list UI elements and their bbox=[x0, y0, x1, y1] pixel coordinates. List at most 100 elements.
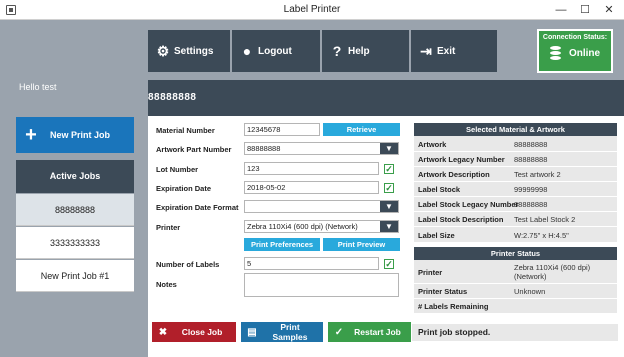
selected-material-heading: Selected Material & Artwork bbox=[414, 123, 617, 136]
chevron-down-icon[interactable]: ▼ bbox=[380, 221, 398, 232]
active-job-item[interactable]: 3333333333 bbox=[16, 227, 134, 259]
action-bar: ✖ Close Job ▤ Print Samples ✓ Restart Jo… bbox=[148, 318, 624, 346]
artwork-part-number-select[interactable]: 88888888 ▼ bbox=[244, 142, 399, 155]
info-value: 88888888 bbox=[514, 200, 548, 209]
retrieve-button[interactable]: Retrieve bbox=[323, 123, 400, 136]
close-window-button[interactable]: ✕ bbox=[596, 0, 622, 20]
printer-label: Printer bbox=[156, 223, 181, 232]
info-row: Printer Status Unknown bbox=[414, 284, 617, 299]
print-samples-label: Print Samples bbox=[272, 322, 308, 342]
logout-button[interactable]: ● Logout bbox=[232, 30, 320, 72]
active-job-item[interactable]: New Print Job #1 bbox=[16, 260, 134, 292]
logout-label: Logout bbox=[258, 45, 292, 57]
info-row: Label Size W:2.75" x H:4.5" bbox=[414, 227, 617, 243]
close-icon: ✖ bbox=[158, 326, 168, 338]
print-preferences-button[interactable]: Print Preferences bbox=[244, 238, 320, 251]
number-of-labels-input[interactable]: 5 bbox=[244, 257, 379, 270]
notes-textarea[interactable] bbox=[244, 273, 399, 297]
info-value: Test Label Stock 2 bbox=[514, 215, 576, 224]
info-key: Label Size bbox=[418, 231, 455, 240]
material-number-input[interactable]: 12345678 bbox=[244, 123, 320, 136]
job-status-message: Print job stopped. bbox=[412, 324, 618, 341]
close-job-button[interactable]: ✖ Close Job bbox=[152, 322, 236, 342]
greeting: Hello test bbox=[19, 82, 57, 92]
info-value: Test artwork 2 bbox=[514, 170, 561, 179]
info-value: 88888888 bbox=[514, 155, 548, 164]
connection-status: Connection Status: Online bbox=[537, 29, 613, 73]
info-value: 99999998 bbox=[514, 185, 548, 194]
info-row: Label Stock Legacy Number 88888888 bbox=[414, 197, 617, 212]
active-jobs-heading: Active Jobs bbox=[16, 160, 134, 193]
settings-button[interactable]: ⚙ Settings bbox=[148, 30, 230, 72]
check-icon: ✓ bbox=[334, 326, 344, 338]
printer-select[interactable]: Zebra 110Xi4 (600 dpi) (Network) ▼ bbox=[244, 220, 399, 233]
material-number-label: Material Number bbox=[156, 126, 215, 135]
connection-status-caption: Connection Status: bbox=[542, 34, 608, 41]
window-title: Label Printer bbox=[283, 4, 341, 15]
help-label: Help bbox=[348, 45, 370, 57]
minimize-button[interactable]: — bbox=[548, 0, 574, 20]
printer-icon: ▤ bbox=[247, 326, 257, 338]
info-value: W:2.75" x H:4.5" bbox=[514, 231, 569, 240]
gear-icon: ⚙ bbox=[156, 42, 170, 59]
plus-icon: + bbox=[25, 124, 37, 146]
window-titlebar: Label Printer — ☐ ✕ bbox=[0, 0, 624, 20]
close-job-label: Close Job bbox=[181, 327, 223, 337]
info-row: Label Stock 99999998 bbox=[414, 182, 617, 197]
database-icon bbox=[549, 46, 561, 60]
help-button[interactable]: ? Help bbox=[322, 30, 409, 72]
lot-number-input[interactable]: 123 bbox=[244, 162, 379, 175]
info-key: Label Stock Description bbox=[418, 215, 504, 224]
artwork-part-number-value: 88888888 bbox=[247, 144, 281, 153]
number-of-labels-check-icon: ✓ bbox=[384, 259, 394, 269]
question-icon: ? bbox=[332, 43, 342, 59]
info-value: 88888888 bbox=[514, 140, 548, 149]
info-row: Label Stock Description Test Label Stock… bbox=[414, 212, 617, 227]
info-row: Printer Zebra 110Xi4 (600 dpi) (Network) bbox=[414, 260, 617, 284]
info-row: Artwork Legacy Number 88888888 bbox=[414, 152, 617, 167]
info-key: Printer bbox=[418, 268, 443, 277]
new-print-job-label: New Print Job bbox=[50, 130, 111, 140]
artwork-part-number-label: Artwork Part Number bbox=[156, 145, 232, 154]
expiration-date-format-select[interactable]: ▼ bbox=[244, 200, 399, 213]
chevron-down-icon[interactable]: ▼ bbox=[380, 143, 398, 154]
info-key: Artwork Legacy Number bbox=[418, 155, 505, 164]
print-preview-button[interactable]: Print Preview bbox=[323, 238, 400, 251]
info-key: # Labels Remaining bbox=[418, 302, 489, 311]
job-header-bar: 88888888 bbox=[148, 80, 624, 116]
exit-button[interactable]: ⇥ Exit bbox=[411, 30, 497, 72]
expiration-date-label: Expiration Date bbox=[156, 184, 212, 193]
expiration-date-check-icon: ✓ bbox=[384, 183, 394, 193]
restart-job-button[interactable]: ✓ Restart Job bbox=[328, 322, 411, 342]
info-key: Label Stock bbox=[418, 185, 461, 194]
connection-status-value: Online bbox=[568, 47, 601, 59]
restart-job-label: Restart Job bbox=[354, 327, 401, 337]
info-key: Artwork bbox=[418, 140, 447, 149]
exit-icon: ⇥ bbox=[420, 42, 432, 59]
number-of-labels-label: Number of Labels bbox=[156, 260, 220, 269]
notes-label: Notes bbox=[156, 280, 177, 289]
expiration-date-input[interactable]: 2018-05-02 bbox=[244, 181, 379, 194]
printer-value: Zebra 110Xi4 (600 dpi) (Network) bbox=[247, 222, 358, 231]
info-row: Artwork Description Test artwork 2 bbox=[414, 167, 617, 182]
current-job-number: 88888888 bbox=[148, 92, 197, 103]
info-row: Artwork 88888888 bbox=[414, 136, 617, 152]
user-icon: ● bbox=[242, 43, 252, 59]
chevron-down-icon[interactable]: ▼ bbox=[380, 201, 398, 212]
info-value: Zebra 110Xi4 (600 dpi) (Network) bbox=[514, 263, 591, 281]
active-job-item[interactable]: 88888888 bbox=[16, 194, 134, 226]
maximize-button[interactable]: ☐ bbox=[572, 0, 598, 20]
settings-label: Settings bbox=[174, 45, 214, 57]
info-key: Artwork Description bbox=[418, 170, 490, 179]
print-samples-button[interactable]: ▤ Print Samples bbox=[241, 322, 323, 342]
info-value: Unknown bbox=[514, 287, 546, 296]
info-key: Printer Status bbox=[418, 287, 468, 296]
lot-number-check-icon: ✓ bbox=[384, 164, 394, 174]
main-area: ⚙ Settings ● Logout ? Help ⇥ Exit Connec… bbox=[148, 20, 624, 357]
expiration-date-format-label: Expiration Date Format bbox=[156, 203, 239, 212]
info-key: Label Stock Legacy Number bbox=[418, 200, 519, 209]
lot-number-label: Lot Number bbox=[156, 165, 199, 174]
left-sidebar: Hello test + New Print Job Active Jobs 8… bbox=[0, 20, 148, 357]
new-print-job-button[interactable]: + New Print Job bbox=[16, 117, 134, 153]
info-row: # Labels Remaining bbox=[414, 299, 617, 314]
